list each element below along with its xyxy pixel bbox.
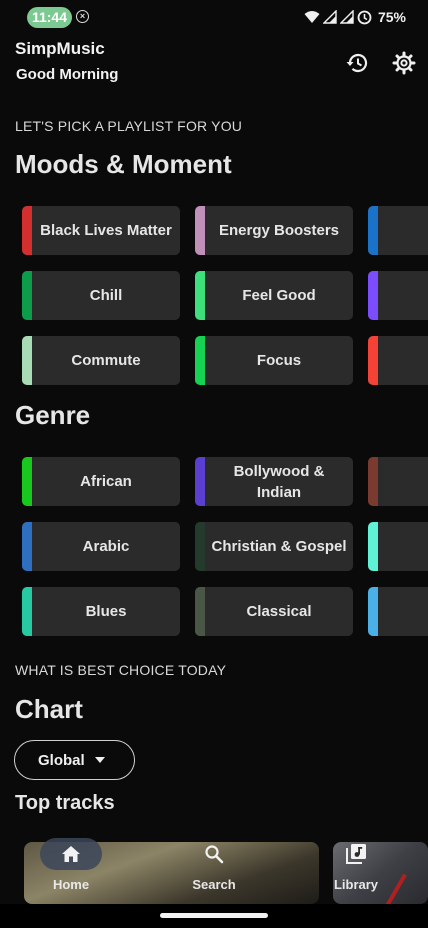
status-bar: 11:44 × 75% [0, 0, 428, 34]
genre-tile-christian-gospel[interactable]: Christian & Gospel [195, 522, 353, 571]
gesture-home-indicator[interactable] [160, 913, 268, 918]
genre-tile-partial[interactable] [368, 587, 428, 636]
mood-tile-focus[interactable]: Focus [195, 336, 353, 385]
gear-icon [392, 51, 416, 75]
mood-label: Commute [71, 352, 141, 369]
moods-title: Moods & Moment [15, 149, 232, 179]
mood-color-bar [195, 336, 205, 385]
mood-color-bar [22, 206, 32, 255]
bottom-navigation: Home Search Library [0, 838, 428, 904]
top-tracks-title: Top tracks [15, 792, 115, 814]
mood-color-bar [22, 336, 32, 385]
genre-tile-arabic[interactable]: Arabic [22, 522, 180, 571]
mood-color-bar [195, 206, 205, 255]
genre-color-bar [368, 522, 378, 571]
genre-color-bar [22, 457, 32, 506]
mood-tile-feel-good[interactable]: Feel Good [195, 271, 353, 320]
library-music-icon [346, 844, 366, 864]
nav-library-label: Library [333, 877, 379, 892]
nav-home[interactable]: Home [16, 838, 126, 904]
status-icons: 75% [304, 8, 406, 26]
genre-tile-partial[interactable] [368, 522, 428, 571]
greeting: Good Morning [16, 66, 119, 83]
mood-color-bar [368, 336, 378, 385]
mood-label: Chill [89, 287, 123, 304]
chart-title: Chart [15, 694, 83, 724]
genre-tile-bollywood-indian[interactable]: Bollywood & Indian [195, 457, 353, 506]
signal-icon-2 [339, 10, 354, 24]
nav-library[interactable]: Library [301, 838, 411, 904]
dropdown-arrow-icon [94, 757, 105, 763]
mood-label: Black Lives Matter [40, 222, 172, 239]
nav-library-indicator [325, 838, 387, 870]
genre-tile-african[interactable]: African [22, 457, 180, 506]
chart-region-select[interactable]: Global [14, 740, 135, 780]
genre-color-bar [195, 522, 205, 571]
wifi-icon [304, 11, 320, 23]
mood-label: Focus [256, 352, 302, 369]
moods-caption: LET'S PICK A PLAYLIST FOR YOU [15, 118, 243, 134]
nav-search[interactable]: Search [159, 838, 269, 904]
moods-grid: Black Lives Matter Energy Boosters Chill… [22, 206, 428, 386]
genre-label: Christian & Gospel [211, 538, 347, 555]
genre-label: Arabic [82, 538, 130, 555]
history-icon [346, 53, 368, 73]
mood-label [378, 271, 428, 320]
home-icon [62, 846, 80, 862]
genre-label [378, 587, 428, 636]
app-title: SimpMusic [15, 39, 105, 58]
signal-icon [322, 10, 337, 24]
genre-color-bar [22, 522, 32, 571]
mood-tile-black-lives-matter[interactable]: Black Lives Matter [22, 206, 180, 255]
genre-tile-blues[interactable]: Blues [22, 587, 180, 636]
genre-color-bar [195, 587, 205, 636]
genre-color-bar [195, 457, 205, 506]
genre-grid: African Bollywood & Indian Arabic Christ… [22, 457, 428, 637]
genre-label: African [80, 473, 132, 490]
history-button[interactable] [345, 50, 371, 76]
nav-search-indicator [183, 838, 245, 870]
genre-label: Classical [246, 603, 312, 620]
mood-tile-partial[interactable] [368, 206, 428, 255]
chart-caption: WHAT IS BEST CHOICE TODAY [15, 662, 227, 678]
mood-label [378, 206, 428, 255]
genre-tile-classical[interactable]: Classical [195, 587, 353, 636]
mood-tile-partial[interactable] [368, 336, 428, 385]
genre-tile-partial[interactable] [368, 457, 428, 506]
genre-color-bar [22, 587, 32, 636]
settings-button[interactable] [391, 50, 417, 76]
nav-search-label: Search [192, 877, 236, 892]
battery-saver-icon [357, 10, 372, 24]
genre-label [378, 457, 428, 506]
mood-tile-chill[interactable]: Chill [22, 271, 180, 320]
mood-label: Feel Good [242, 287, 316, 304]
genre-label: Blues [85, 603, 127, 620]
mood-color-bar [195, 271, 205, 320]
status-time: 11:44 [27, 7, 72, 28]
genre-color-bar [368, 457, 378, 506]
search-icon [205, 845, 224, 864]
nav-home-indicator [40, 838, 102, 870]
notification-x-icon: × [76, 10, 89, 23]
mood-color-bar [22, 271, 32, 320]
mood-label: Energy Boosters [218, 222, 340, 239]
mood-color-bar [368, 271, 378, 320]
mood-tile-partial[interactable] [368, 271, 428, 320]
chart-region-value: Global [38, 751, 85, 769]
genre-label [378, 522, 428, 571]
mood-label [378, 336, 428, 385]
genre-title: Genre [15, 400, 91, 430]
mood-tile-energy-boosters[interactable]: Energy Boosters [195, 206, 353, 255]
battery-percent: 75% [377, 9, 406, 25]
mood-tile-commute[interactable]: Commute [22, 336, 180, 385]
nav-home-label: Home [52, 877, 90, 892]
genre-label: Bollywood & Indian [233, 462, 325, 501]
genre-color-bar [368, 587, 378, 636]
mood-color-bar [368, 206, 378, 255]
